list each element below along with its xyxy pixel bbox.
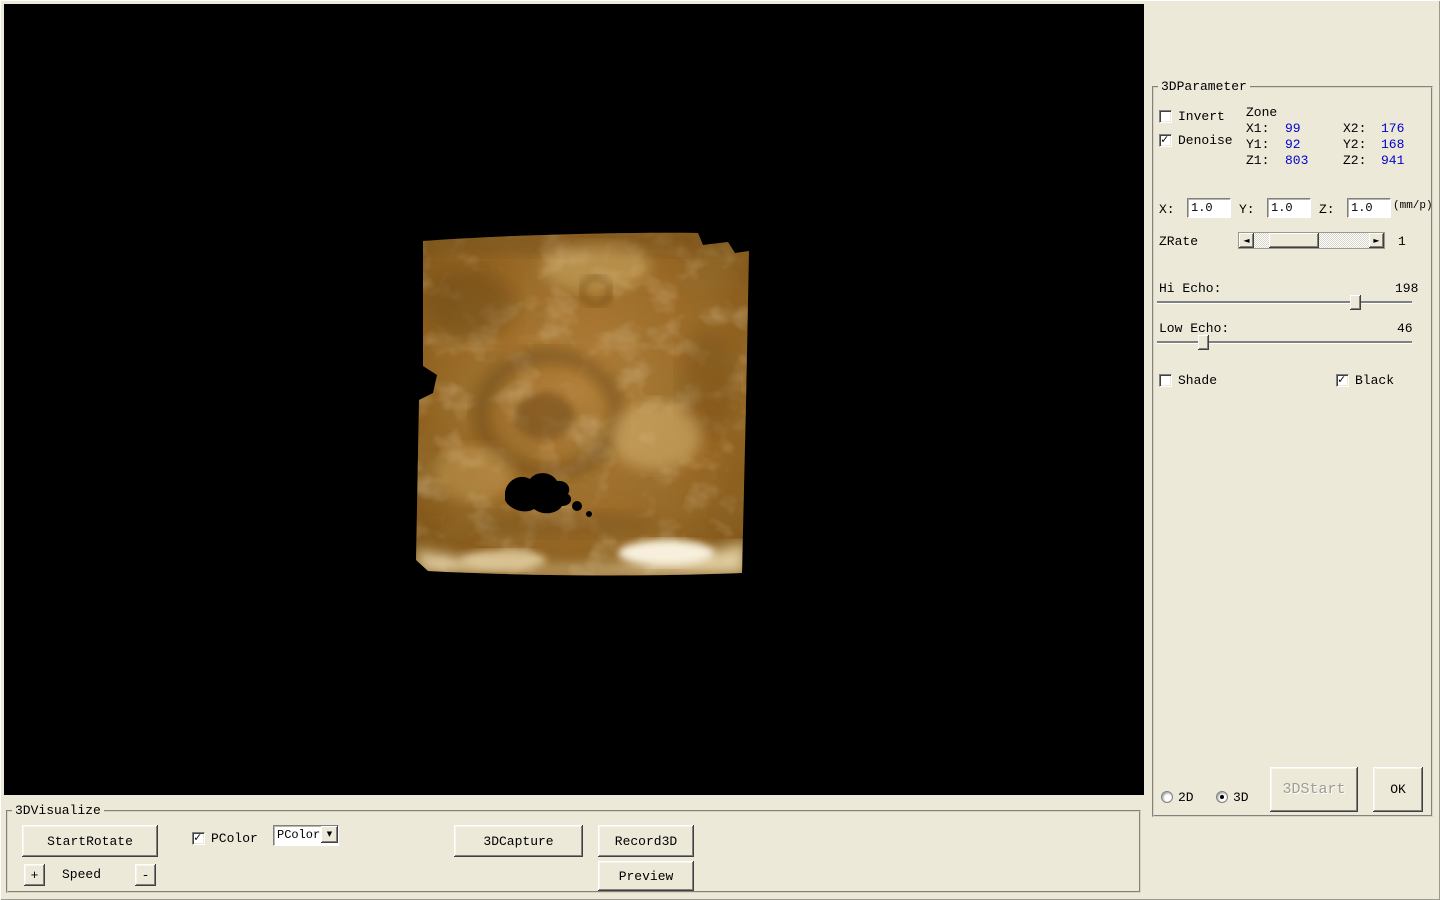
zone-z1-value: 803 [1285,153,1308,168]
zone-y2-label: Y2: [1343,137,1366,152]
zone-x1-value: 99 [1285,121,1301,136]
denoise-label: Denoise [1178,133,1233,148]
low-echo-label: Low Echo: [1159,321,1229,336]
mode-3d-label: 3D [1233,790,1249,805]
mode-2d-label: 2D [1178,790,1194,805]
zrate-label: ZRate [1159,234,1198,249]
black-label: Black [1355,373,1394,388]
zone-z2-label: Z2: [1343,153,1366,168]
pcolor-checkbox[interactable] [192,832,205,845]
x-scale-input[interactable] [1187,198,1231,218]
zone-z2-value: 941 [1381,153,1404,168]
scale-unit-label: (mm/p) [1393,200,1433,212]
zone-y1-label: Y1: [1246,137,1269,152]
hi-echo-label: Hi Echo: [1159,281,1221,296]
mode-2d-radio[interactable] [1161,791,1173,803]
low-echo-slider-track[interactable] [1157,341,1412,343]
hi-echo-value: 198 [1395,281,1418,296]
denoise-checkbox[interactable] [1159,134,1172,147]
zrate-value: 1 [1398,234,1406,249]
z-scale-label: Z: [1319,202,1335,217]
zone-y1-value: 92 [1285,137,1301,152]
low-echo-slider-thumb[interactable] [1198,335,1209,350]
zrate-scrollbar[interactable]: ◄ ► [1238,232,1385,249]
y-scale-label: Y: [1239,202,1255,217]
y-scale-input[interactable] [1267,198,1311,218]
zrate-scroll-left-button[interactable]: ◄ [1239,233,1254,248]
visualize-group-title: 3DVisualize [12,803,104,818]
pcolor-dropdown[interactable]: PColor ▼ [273,825,339,846]
capture-3d-button[interactable]: 3DCapture [454,825,583,857]
zrate-scrollbar-thumb[interactable] [1269,233,1319,248]
invert-label: Invert [1178,109,1225,124]
mode-3d-radio[interactable] [1216,791,1228,803]
zone-x2-value: 176 [1381,121,1404,136]
parameter-groupbox: 3DParameter Invert Denoise Zone X1: 99 X… [1152,86,1433,817]
zone-y2-value: 168 [1381,137,1404,152]
visualize-groupbox: 3DVisualize StartRotate + Speed - PColor… [6,810,1141,893]
black-checkbox[interactable] [1336,374,1349,387]
preview-button[interactable]: Preview [598,861,694,891]
x-scale-label: X: [1159,202,1175,217]
render-viewport[interactable] [4,4,1144,795]
zone-z1-label: Z1: [1246,153,1269,168]
speed-label: Speed [62,867,101,882]
zrate-scroll-right-button[interactable]: ► [1369,233,1384,248]
chevron-down-icon[interactable]: ▼ [321,826,338,843]
pcolor-dropdown-value: PColor [277,828,320,842]
zone-x1-label: X1: [1246,121,1269,136]
shade-checkbox[interactable] [1159,374,1172,387]
start-3d-button[interactable]: 3DStart [1270,767,1358,812]
hi-echo-slider-track[interactable] [1157,301,1412,303]
ultrasound-3d-render [4,4,1144,795]
shade-label: Shade [1178,373,1217,388]
start-rotate-button[interactable]: StartRotate [22,825,158,857]
record-3d-button[interactable]: Record3D [598,825,694,857]
parameter-group-title: 3DParameter [1158,79,1250,94]
speed-minus-button[interactable]: - [135,864,156,886]
zone-title: Zone [1246,105,1277,120]
pcolor-label: PColor [211,831,258,846]
zone-x2-label: X2: [1343,121,1366,136]
ok-button[interactable]: OK [1373,767,1423,812]
low-echo-value: 46 [1397,321,1413,336]
z-scale-input[interactable] [1347,198,1391,218]
invert-checkbox[interactable] [1159,110,1172,123]
hi-echo-slider-thumb[interactable] [1350,295,1361,310]
speed-plus-button[interactable]: + [24,864,45,886]
application-window: 3DParameter Invert Denoise Zone X1: 99 X… [0,0,1440,900]
